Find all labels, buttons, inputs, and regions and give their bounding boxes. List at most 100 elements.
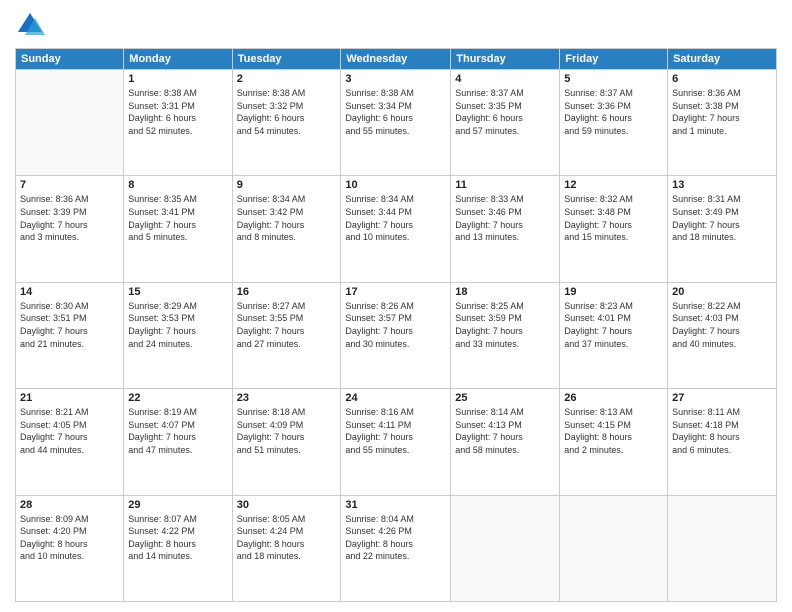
calendar-week-row: 7 Sunrise: 8:36 AM Sunset: 3:39 PM Daylig… — [16, 176, 777, 282]
calendar-cell — [560, 495, 668, 601]
day-number: 3 — [345, 73, 446, 85]
day-info: Sunrise: 8:11 AM Sunset: 4:18 PM Dayligh… — [672, 406, 772, 456]
calendar-cell — [668, 495, 777, 601]
weekday-header: Saturday — [668, 49, 777, 70]
day-number: 5 — [564, 73, 663, 85]
weekday-header: Sunday — [16, 49, 124, 70]
day-number: 21 — [20, 392, 119, 404]
day-info: Sunrise: 8:09 AM Sunset: 4:20 PM Dayligh… — [20, 513, 119, 563]
calendar-cell: 17Sunrise: 8:26 AM Sunset: 3:57 PM Dayli… — [341, 282, 451, 388]
weekday-header: Thursday — [451, 49, 560, 70]
day-info: Sunrise: 8:16 AM Sunset: 4:11 PM Dayligh… — [345, 406, 446, 456]
calendar-page: SundayMondayTuesdayWednesdayThursdayFrid… — [0, 0, 792, 612]
calendar-cell: 14 Sunrise: 8:30 AM Sunset: 3:51 PM Dayli… — [16, 282, 124, 388]
page-header — [15, 10, 777, 40]
calendar-cell — [451, 495, 560, 601]
calendar-cell: 1 Sunrise: 8:38 AM Sunset: 3:31 PM Daylig… — [124, 70, 232, 176]
day-number: 20 — [672, 286, 772, 298]
day-info: Sunrise: 8:22 AM Sunset: 4:03 PM Dayligh… — [672, 300, 772, 350]
day-number: 24 — [345, 392, 446, 404]
day-info: Sunrise: 8:30 AM Sunset: 3:51 PM Dayligh… — [20, 300, 119, 350]
calendar-cell: 18Sunrise: 8:25 AM Sunset: 3:59 PM Dayli… — [451, 282, 560, 388]
day-info: Sunrise: 8:37 AM Sunset: 3:35 PM Dayligh… — [455, 87, 555, 137]
day-info: Sunrise: 8:19 AM Sunset: 4:07 PM Dayligh… — [128, 406, 227, 456]
calendar-cell: 11 Sunrise: 8:33 AM Sunset: 3:46 PM Dayli… — [451, 176, 560, 282]
day-info: Sunrise: 8:23 AM Sunset: 4:01 PM Dayligh… — [564, 300, 663, 350]
calendar-cell: 21 Sunrise: 8:21 AM Sunset: 4:05 PM Dayli… — [16, 389, 124, 495]
day-number: 11 — [455, 179, 555, 191]
day-number: 7 — [20, 179, 119, 191]
calendar-cell: 8 Sunrise: 8:35 AM Sunset: 3:41 PM Daylig… — [124, 176, 232, 282]
day-info: Sunrise: 8:38 AM Sunset: 3:34 PM Dayligh… — [345, 87, 446, 137]
day-number: 13 — [672, 179, 772, 191]
calendar-cell: 29 Sunrise: 8:07 AM Sunset: 4:22 PM Dayli… — [124, 495, 232, 601]
calendar-cell: 22 Sunrise: 8:19 AM Sunset: 4:07 PM Dayli… — [124, 389, 232, 495]
day-number: 9 — [237, 179, 337, 191]
day-number: 14 — [20, 286, 119, 298]
calendar-cell: 27 Sunrise: 8:11 AM Sunset: 4:18 PM Dayli… — [668, 389, 777, 495]
day-number: 29 — [128, 499, 227, 511]
day-info: Sunrise: 8:34 AM Sunset: 3:44 PM Dayligh… — [345, 193, 446, 243]
day-info: Sunrise: 8:25 AM Sunset: 3:59 PM Dayligh… — [455, 300, 555, 350]
calendar-cell: 20 Sunrise: 8:22 AM Sunset: 4:03 PM Dayli… — [668, 282, 777, 388]
calendar-cell: 16Sunrise: 8:27 AM Sunset: 3:55 PM Dayli… — [232, 282, 341, 388]
calendar-cell: 26 Sunrise: 8:13 AM Sunset: 4:15 PM Dayli… — [560, 389, 668, 495]
day-number: 22 — [128, 392, 227, 404]
calendar-cell: 24 Sunrise: 8:16 AM Sunset: 4:11 PM Dayli… — [341, 389, 451, 495]
calendar-week-row: 21 Sunrise: 8:21 AM Sunset: 4:05 PM Dayli… — [16, 389, 777, 495]
day-number: 26 — [564, 392, 663, 404]
calendar-cell: 6 Sunrise: 8:36 AM Sunset: 3:38 PM Daylig… — [668, 70, 777, 176]
day-number: 8 — [128, 179, 227, 191]
day-info: Sunrise: 8:36 AM Sunset: 3:39 PM Dayligh… — [20, 193, 119, 243]
day-info: Sunrise: 8:29 AM Sunset: 3:53 PM Dayligh… — [128, 300, 227, 350]
day-number: 10 — [345, 179, 446, 191]
day-info: Sunrise: 8:35 AM Sunset: 3:41 PM Dayligh… — [128, 193, 227, 243]
day-number: 6 — [672, 73, 772, 85]
calendar-cell: 7 Sunrise: 8:36 AM Sunset: 3:39 PM Daylig… — [16, 176, 124, 282]
calendar-cell: 2 Sunrise: 8:38 AM Sunset: 3:32 PM Daylig… — [232, 70, 341, 176]
calendar-cell: 31Sunrise: 8:04 AM Sunset: 4:26 PM Dayli… — [341, 495, 451, 601]
day-number: 28 — [20, 499, 119, 511]
calendar-cell: 13 Sunrise: 8:31 AM Sunset: 3:49 PM Dayli… — [668, 176, 777, 282]
day-number: 12 — [564, 179, 663, 191]
day-info: Sunrise: 8:21 AM Sunset: 4:05 PM Dayligh… — [20, 406, 119, 456]
logo-icon — [15, 10, 45, 40]
calendar-table: SundayMondayTuesdayWednesdayThursdayFrid… — [15, 48, 777, 602]
calendar-header-row: SundayMondayTuesdayWednesdayThursdayFrid… — [16, 49, 777, 70]
day-info: Sunrise: 8:38 AM Sunset: 3:32 PM Dayligh… — [237, 87, 337, 137]
calendar-week-row: 1 Sunrise: 8:38 AM Sunset: 3:31 PM Daylig… — [16, 70, 777, 176]
day-number: 1 — [128, 73, 227, 85]
day-number: 2 — [237, 73, 337, 85]
calendar-cell: 9 Sunrise: 8:34 AM Sunset: 3:42 PM Daylig… — [232, 176, 341, 282]
day-info: Sunrise: 8:36 AM Sunset: 3:38 PM Dayligh… — [672, 87, 772, 137]
day-number: 31 — [345, 499, 446, 511]
weekday-header: Wednesday — [341, 49, 451, 70]
calendar-week-row: 28 Sunrise: 8:09 AM Sunset: 4:20 PM Dayli… — [16, 495, 777, 601]
day-number: 4 — [455, 73, 555, 85]
calendar-cell: 30Sunrise: 8:05 AM Sunset: 4:24 PM Dayli… — [232, 495, 341, 601]
weekday-header: Monday — [124, 49, 232, 70]
day-info: Sunrise: 8:32 AM Sunset: 3:48 PM Dayligh… — [564, 193, 663, 243]
day-number: 17 — [345, 286, 446, 298]
day-info: Sunrise: 8:13 AM Sunset: 4:15 PM Dayligh… — [564, 406, 663, 456]
day-info: Sunrise: 8:38 AM Sunset: 3:31 PM Dayligh… — [128, 87, 227, 137]
logo — [15, 10, 49, 40]
day-info: Sunrise: 8:33 AM Sunset: 3:46 PM Dayligh… — [455, 193, 555, 243]
day-info: Sunrise: 8:07 AM Sunset: 4:22 PM Dayligh… — [128, 513, 227, 563]
day-number: 25 — [455, 392, 555, 404]
calendar-week-row: 14 Sunrise: 8:30 AM Sunset: 3:51 PM Dayli… — [16, 282, 777, 388]
calendar-cell — [16, 70, 124, 176]
day-info: Sunrise: 8:05 AM Sunset: 4:24 PM Dayligh… — [237, 513, 337, 563]
calendar-cell: 19 Sunrise: 8:23 AM Sunset: 4:01 PM Dayli… — [560, 282, 668, 388]
day-number: 23 — [237, 392, 337, 404]
day-number: 27 — [672, 392, 772, 404]
day-number: 19 — [564, 286, 663, 298]
calendar-cell: 12 Sunrise: 8:32 AM Sunset: 3:48 PM Dayli… — [560, 176, 668, 282]
calendar-cell: 3 Sunrise: 8:38 AM Sunset: 3:34 PM Daylig… — [341, 70, 451, 176]
day-info: Sunrise: 8:34 AM Sunset: 3:42 PM Dayligh… — [237, 193, 337, 243]
day-number: 15 — [128, 286, 227, 298]
calendar-cell: 25Sunrise: 8:14 AM Sunset: 4:13 PM Dayli… — [451, 389, 560, 495]
calendar-cell: 28 Sunrise: 8:09 AM Sunset: 4:20 PM Dayli… — [16, 495, 124, 601]
calendar-cell: 15 Sunrise: 8:29 AM Sunset: 3:53 PM Dayli… — [124, 282, 232, 388]
day-info: Sunrise: 8:31 AM Sunset: 3:49 PM Dayligh… — [672, 193, 772, 243]
